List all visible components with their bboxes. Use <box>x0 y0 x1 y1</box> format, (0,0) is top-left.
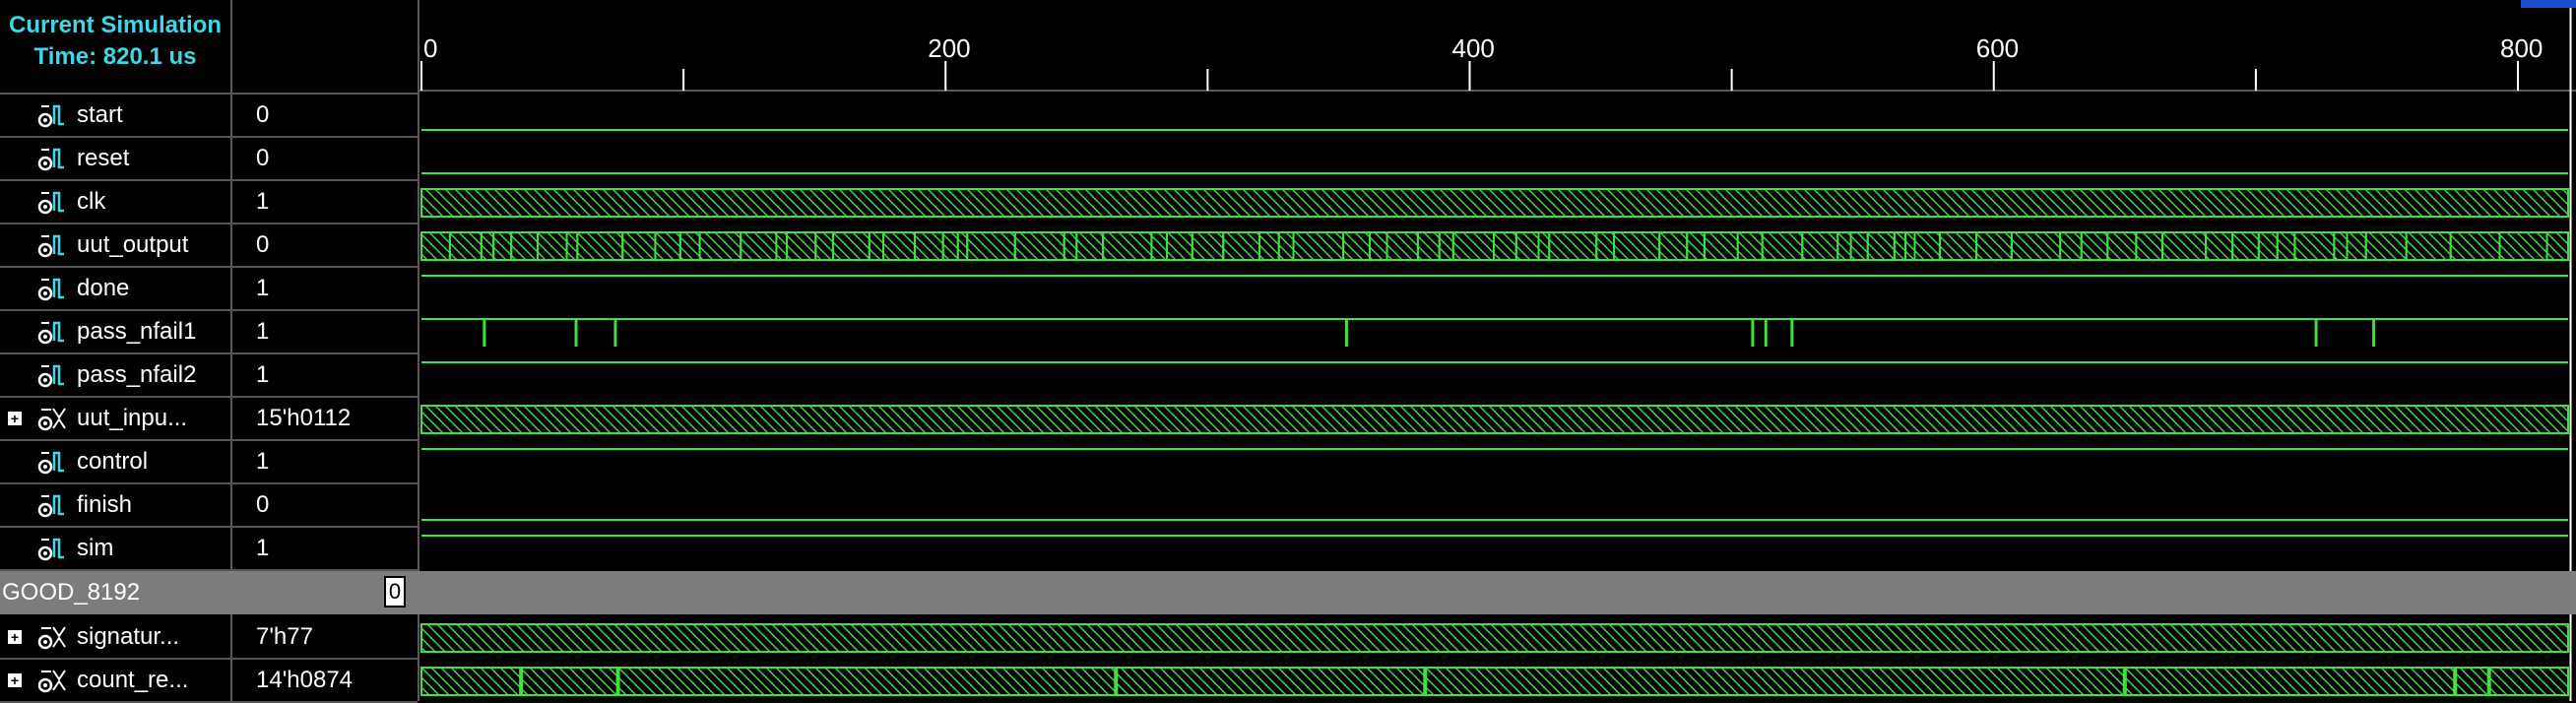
divider-row[interactable]: GOOD_8192 0 <box>0 571 2576 614</box>
row-separator <box>0 309 418 311</box>
row-separator <box>0 396 418 398</box>
row-separator <box>0 439 418 441</box>
waveform-signatur[interactable] <box>420 623 2569 653</box>
row-separator <box>0 658 418 660</box>
waveform-uut_inpu[interactable] <box>420 405 2569 434</box>
row-separator <box>0 569 418 571</box>
row-separator <box>0 93 418 95</box>
row-separator <box>0 223 418 224</box>
divider-label: GOOD_8192 <box>2 579 141 606</box>
row-separator <box>0 266 418 268</box>
waveform-count_re[interactable] <box>420 667 2569 696</box>
row-separator <box>0 136 418 138</box>
scroll-indicator[interactable] <box>2521 0 2576 8</box>
divider-value: 0 <box>384 576 406 607</box>
row-separator <box>0 352 418 354</box>
row-separator <box>0 179 418 181</box>
row-separator <box>0 482 418 484</box>
timeline-tick-label: 400 <box>1452 33 1495 63</box>
timeline-tick-label: 200 <box>928 33 970 63</box>
timeline-tick-label: 800 <box>2500 33 2543 63</box>
timeline-tick-label: 600 <box>1976 33 2019 63</box>
waveform-uut_output[interactable] <box>420 231 2569 261</box>
row-separator <box>0 526 418 528</box>
timeline-tick-label: 0 <box>423 33 437 63</box>
waveform-pass_nfail1[interactable] <box>421 318 2568 347</box>
waveform-clk[interactable] <box>420 188 2569 218</box>
